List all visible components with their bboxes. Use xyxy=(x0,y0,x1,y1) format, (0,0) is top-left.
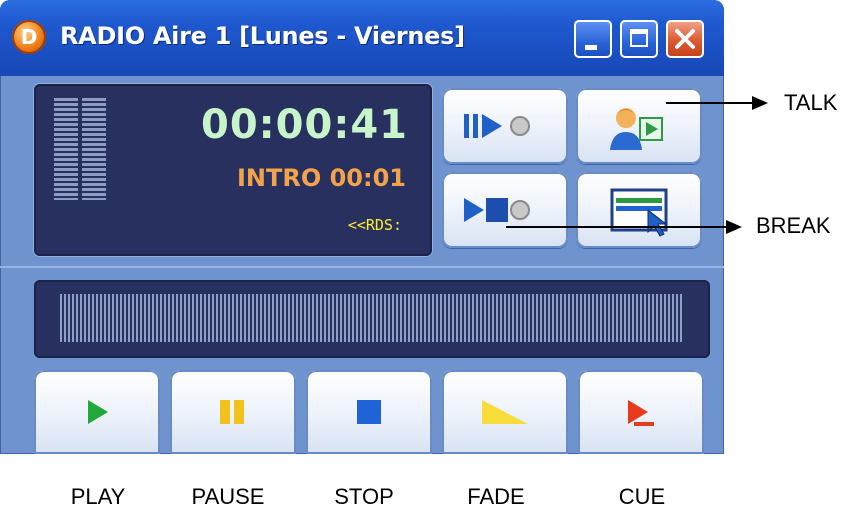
play-next-button[interactable] xyxy=(442,88,568,164)
talk-arrow-line xyxy=(666,102,752,104)
stop-next-button[interactable] xyxy=(442,172,568,248)
app-icon: D xyxy=(12,20,46,54)
cue-label: CUE xyxy=(618,484,666,509)
play-icon xyxy=(88,400,108,424)
break-arrow-line xyxy=(506,226,726,228)
stop-label: STOP xyxy=(334,484,394,509)
minimize-icon xyxy=(585,45,597,50)
fade-label: FADE xyxy=(467,484,525,509)
window-title: RADIO Aire 1 [Lunes - Viernes] xyxy=(60,22,465,50)
vu-meter-right xyxy=(82,98,106,200)
stop-button[interactable] xyxy=(306,370,432,454)
play-label: PLAY xyxy=(70,484,126,509)
title-bar[interactable]: D RADIO Aire 1 [Lunes - Viernes] xyxy=(0,0,724,76)
pause-icon xyxy=(220,400,244,424)
maximize-icon xyxy=(630,29,648,47)
panel-separator xyxy=(0,266,724,268)
stop-icon xyxy=(357,400,381,424)
minimize-button[interactable] xyxy=(574,20,612,58)
screenshot-stage: D RADIO Aire 1 [Lunes - Viernes] 00:00:4… xyxy=(0,0,852,511)
cue-button[interactable] xyxy=(578,370,704,454)
status-display: 00:00:41 INTRO 00:01 <<RDS: xyxy=(34,84,432,256)
app-icon-letter: D xyxy=(20,25,38,49)
close-icon xyxy=(675,29,695,49)
fade-icon xyxy=(482,400,528,424)
elapsed-time: 00:00:41 xyxy=(201,102,408,148)
intro-time: INTRO 00:01 xyxy=(236,164,406,192)
pause-button[interactable] xyxy=(170,370,296,454)
cue-icon xyxy=(628,400,654,426)
waveform-lines xyxy=(60,294,682,342)
pause-label: PAUSE xyxy=(191,484,265,509)
maximize-button[interactable] xyxy=(620,20,658,58)
play-next-icon xyxy=(464,114,530,138)
break-icon xyxy=(610,188,668,237)
close-button[interactable] xyxy=(666,20,704,58)
break-label: BREAK xyxy=(756,213,831,238)
vu-meter-left xyxy=(54,98,78,200)
stop-next-icon xyxy=(464,198,530,222)
waveform-display[interactable] xyxy=(34,280,710,358)
talk-icon xyxy=(610,108,663,150)
play-button[interactable] xyxy=(34,370,160,454)
break-button[interactable] xyxy=(576,172,702,248)
fade-button[interactable] xyxy=(442,370,568,454)
rds-text: <<RDS: xyxy=(347,216,402,234)
talk-arrow-head xyxy=(752,96,768,110)
break-arrow-head xyxy=(726,220,742,234)
talk-label: TALK xyxy=(784,90,838,115)
talk-button[interactable] xyxy=(576,88,702,164)
